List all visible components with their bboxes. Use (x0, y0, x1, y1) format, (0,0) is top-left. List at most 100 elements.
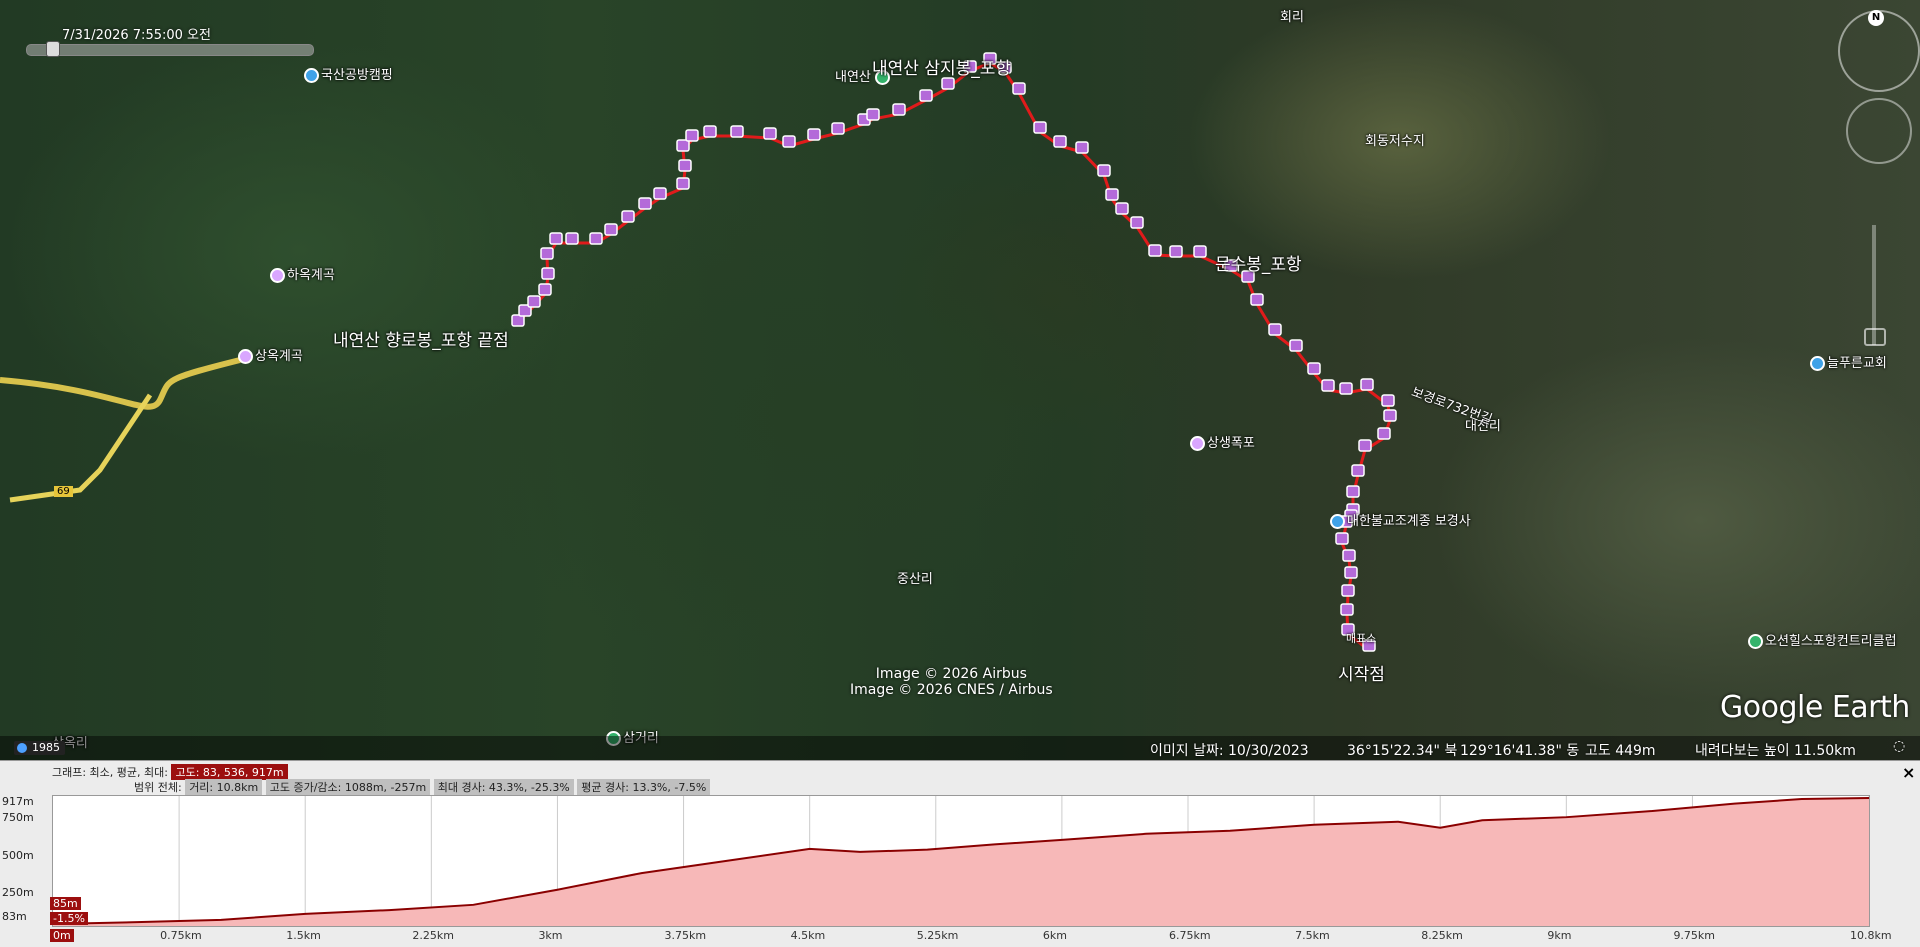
x-tick: 5.25km (916, 929, 959, 942)
waypoint-marker[interactable] (1307, 362, 1321, 375)
cursor-grade: -1.5% (50, 912, 88, 925)
zoom-slider[interactable] (1872, 225, 1876, 345)
map-label-hyangrobong[interactable]: 내연산 향로봉_포항 끝점 (333, 326, 509, 351)
waypoint-marker[interactable] (866, 108, 880, 121)
temple-icon (1330, 514, 1345, 529)
waypoint-marker[interactable] (1344, 566, 1358, 579)
waypoint-marker[interactable] (1381, 394, 1395, 407)
map-label-sangok[interactable]: 상옥계곡 (238, 345, 303, 364)
x-tick: 9.75km (1673, 929, 1716, 942)
waypoint-marker[interactable] (676, 177, 690, 190)
waypoint-markers[interactable] (511, 52, 1397, 652)
waypoint-marker[interactable] (941, 77, 955, 90)
y-tick: 500m (2, 849, 34, 862)
waypoint-marker[interactable] (1340, 603, 1354, 616)
waypoint-marker[interactable] (538, 283, 552, 296)
graph-summary: 그래프: 최소, 평균, 최대: 고도: 83, 536, 917m (52, 764, 288, 780)
waypoint-marker[interactable] (1148, 244, 1162, 257)
waypoint-marker[interactable] (919, 89, 933, 102)
waypoint-marker[interactable] (1075, 141, 1089, 154)
zoom-knob[interactable] (1864, 328, 1886, 346)
map-label-golf[interactable]: 오션힐스포항컨트리클럽 (1748, 630, 1897, 649)
longitude: 129°16'41.38" 동 (1460, 743, 1580, 759)
cursor-elevation: 85m (50, 897, 81, 910)
campsite-icon (304, 68, 319, 83)
waypoint-marker[interactable] (1105, 188, 1119, 201)
map-label-sangsaeng[interactable]: 상생폭포 (1190, 432, 1255, 451)
map-label-gugsan[interactable]: 국산공방캠핑 (304, 64, 393, 83)
map-label-bogyeongsa[interactable]: 대한불교조계종 보경사 (1330, 510, 1471, 529)
waypoint-marker[interactable] (653, 187, 667, 200)
waypoint-marker[interactable] (565, 232, 579, 245)
waypoint-marker[interactable] (1360, 378, 1374, 391)
waypoint-marker[interactable] (1342, 549, 1356, 562)
waypoint-marker[interactable] (1351, 464, 1365, 477)
waypoint-marker[interactable] (549, 232, 563, 245)
waypoint-marker[interactable] (1012, 82, 1026, 95)
waypoint-marker[interactable] (1130, 216, 1144, 229)
graph-label: 그래프: 최소, 평균, 최대: (52, 766, 168, 779)
road-number-badge: 69 (54, 486, 73, 497)
waypoint-marker[interactable] (685, 129, 699, 142)
waypoint-marker[interactable] (589, 232, 603, 245)
waypoint-marker[interactable] (1383, 409, 1397, 422)
map-label-start[interactable]: 시작점 (1338, 660, 1385, 685)
waypoint-marker[interactable] (1250, 293, 1264, 306)
x-tick: 8.25km (1421, 929, 1463, 942)
waypoint-marker[interactable] (1377, 427, 1391, 440)
waypoint-marker[interactable] (763, 127, 777, 140)
map-label-jungsanri: 중산리 (897, 572, 933, 587)
waypoint-marker[interactable] (892, 103, 906, 116)
place-icon (1190, 436, 1205, 451)
map-label-munsubong[interactable]: 문수봉_포항 (1215, 250, 1302, 275)
x-tick: 9km (1547, 929, 1572, 942)
waypoint-marker[interactable] (1339, 382, 1353, 395)
waypoint-marker[interactable] (1289, 339, 1303, 352)
waypoint-marker[interactable] (1169, 245, 1183, 258)
time-slider[interactable]: 7/31/2026 7:55:00 오전 (26, 24, 314, 58)
look-control[interactable] (1846, 98, 1912, 164)
map-label-samjibong[interactable]: 내연산 삼지봉_포항 (872, 54, 1011, 79)
x-tick: 10.8km (1850, 929, 1892, 942)
waypoint-marker[interactable] (1115, 202, 1129, 215)
waypoint-marker[interactable] (541, 267, 555, 280)
range-summary: 범위 전체: 거리: 10.8km 고도 증가/감소: 1088m, -257m… (134, 779, 711, 795)
waypoint-marker[interactable] (678, 159, 692, 172)
elevation-chart[interactable] (52, 795, 1870, 927)
status-bar: 이미지 날짜: 10/30/2023 36°15'22.34" 북 129°16… (0, 736, 1920, 760)
slider-thumb[interactable] (46, 41, 60, 57)
waypoint-marker[interactable] (1321, 379, 1335, 392)
waypoint-marker[interactable] (730, 125, 744, 138)
map-label-church[interactable]: 늘푸른교회 (1810, 352, 1887, 371)
satellite-map[interactable]: 7/31/2026 7:55:00 오전 회리 내연산 내연산 삼지봉_포항 국… (0, 0, 1920, 760)
historical-imagery-badge[interactable]: 1985 (14, 741, 65, 755)
waypoint-marker[interactable] (1053, 135, 1067, 148)
highway-line (9, 393, 153, 503)
waypoint-marker[interactable] (1193, 245, 1207, 258)
north-indicator[interactable]: N (1868, 10, 1884, 26)
waypoint-marker[interactable] (527, 295, 541, 308)
waypoint-marker[interactable] (1033, 121, 1047, 134)
streaming-icon: ◌ (1893, 738, 1906, 754)
waypoint-marker[interactable] (782, 135, 796, 148)
waypoint-marker[interactable] (831, 122, 845, 135)
waypoint-marker[interactable] (1358, 439, 1372, 452)
waypoint-marker[interactable] (1341, 584, 1355, 597)
x-tick: 3.75km (664, 929, 707, 942)
waypoint-marker[interactable] (1097, 164, 1111, 177)
waypoint-marker[interactable] (638, 197, 652, 210)
x-tick: 4.5km (790, 929, 826, 942)
waypoint-marker[interactable] (1268, 323, 1282, 336)
waypoint-marker[interactable] (703, 125, 717, 138)
close-icon[interactable]: × (1902, 763, 1915, 782)
waypoint-marker[interactable] (621, 210, 635, 223)
map-label-haogyegok[interactable]: 하옥계곡 (270, 264, 335, 283)
waypoint-marker[interactable] (807, 128, 821, 141)
waypoint-marker[interactable] (1346, 485, 1360, 498)
waypoint-marker[interactable] (1335, 532, 1349, 545)
range-distance-chip: 거리: 10.8km (185, 779, 263, 795)
waypoint-marker[interactable] (540, 247, 554, 260)
waypoint-marker[interactable] (604, 223, 618, 236)
range-label: 범위 전체: (134, 781, 182, 794)
slider-track[interactable] (26, 44, 314, 56)
